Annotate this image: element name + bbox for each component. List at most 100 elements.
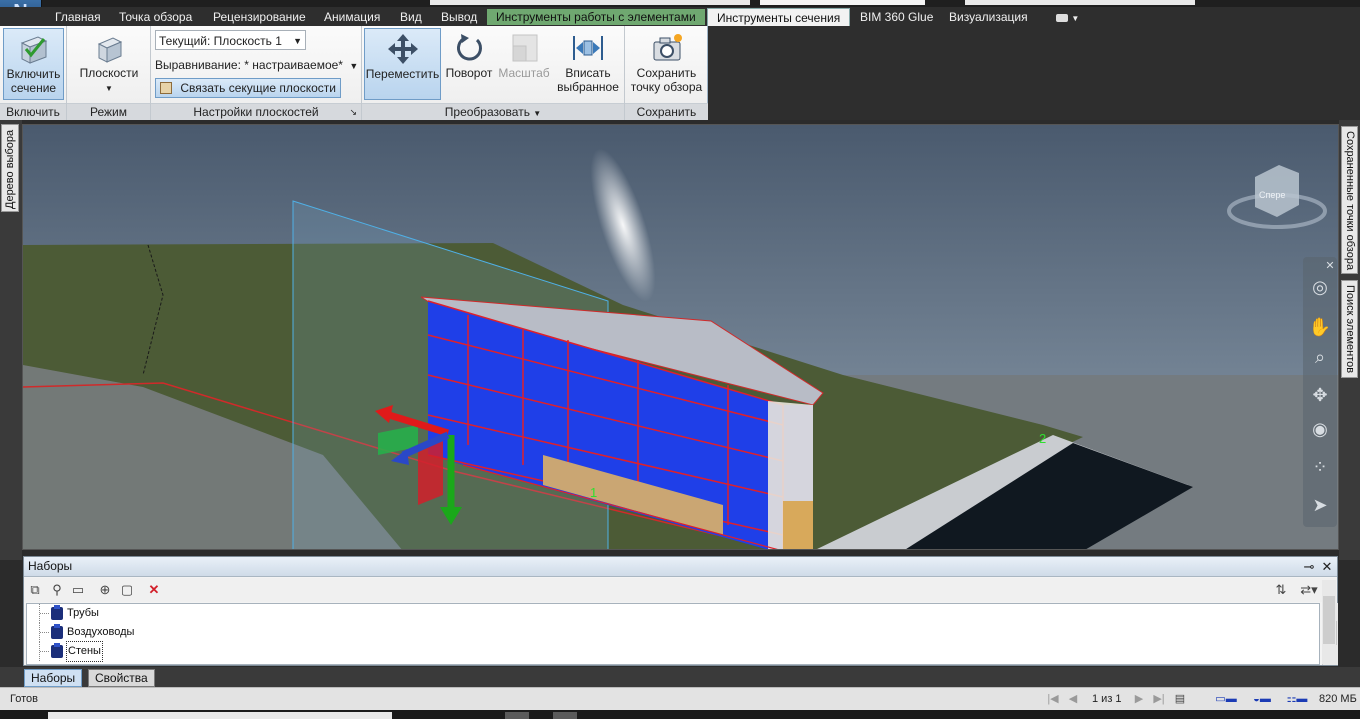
add-comment-icon[interactable]: ▢ (118, 581, 136, 599)
save-viewpoint-button[interactable]: Сохранить точку обзора (628, 28, 705, 100)
link-section-planes-button[interactable]: Связать секущие плоскости (155, 78, 341, 98)
tab-bim360-glue[interactable]: BIM 360 Glue (851, 8, 942, 26)
dialog-launcher-icon[interactable]: ↘ (349, 104, 357, 120)
saved-viewpoints-tab[interactable]: Сохраненные точки обзора (1341, 126, 1358, 274)
tab-sets[interactable]: Наборы (24, 669, 83, 687)
group-mode: Плоскости ▼ Режим (67, 26, 151, 120)
tab-sectioning-tools[interactable]: Инструменты сечения (707, 8, 851, 26)
enable-sectioning-button[interactable]: Включить сечение (3, 28, 64, 100)
tab-rendering[interactable]: Визуализация (940, 8, 1037, 26)
plane-marker-2: 2 (1039, 431, 1046, 446)
set-name: Воздуховоды (67, 626, 135, 638)
group-title-transform[interactable]: Преобразовать ▼ (362, 103, 624, 120)
link-planes-icon (160, 82, 172, 94)
look-around-icon[interactable]: ◉ (1308, 417, 1332, 441)
sort-icon[interactable]: ⇅ (1272, 581, 1290, 599)
tab-review[interactable]: Рецензирование (204, 8, 315, 26)
zoom-window-icon[interactable]: ⌕ (1308, 345, 1332, 369)
duplicate-icon[interactable]: ⊕ (96, 581, 114, 599)
find-items-tab-label: Поиск элементов (1344, 285, 1356, 374)
taskbar (0, 710, 1360, 719)
selection-tree-tab[interactable]: Дерево выбора (1, 124, 19, 212)
walk-footsteps-icon[interactable]: ⁘ (1308, 455, 1332, 479)
alignment-dropdown[interactable]: Выравнивание: * настраиваемое* ▼ (155, 55, 358, 75)
ribbon-tab-bar: Главная Точка обзора Рецензирование Аним… (0, 7, 1360, 26)
scale-label: Масштаб (498, 66, 550, 80)
rotate-icon (457, 34, 482, 61)
chevron-down-icon: ▼ (533, 109, 542, 118)
3d-viewport[interactable]: 1 2 Спере ✕ ◎ ✋ ⌕ ✥ ◉ ⁘ ➤ (22, 124, 1339, 550)
taskbar-search[interactable] (48, 712, 392, 719)
save-viewpoint-label: Сохранить точку обзора (630, 66, 703, 94)
pan-hand-icon[interactable]: ✋ (1308, 315, 1332, 339)
title-text-block (430, 0, 750, 5)
panel-scrollbar[interactable] (1322, 580, 1336, 664)
group-save: Сохранить точку обзора Сохранить (625, 26, 708, 120)
selection-tree-tab-label: Дерево выбора (4, 129, 16, 209)
tab-properties[interactable]: Свойства (88, 669, 155, 687)
tab-item-tools[interactable]: Инструменты работы с элементами (487, 9, 705, 25)
first-page-icon[interactable]: |◀ (1046, 692, 1060, 706)
tab-animation[interactable]: Анимация (315, 8, 389, 26)
search-box[interactable] (760, 0, 925, 5)
tab-viewpoint[interactable]: Точка обзора (110, 8, 201, 26)
navigation-bar: ✕ ◎ ✋ ⌕ ✥ ◉ ⁘ ➤ (1303, 257, 1337, 527)
last-page-icon[interactable]: ▶| (1152, 692, 1166, 706)
close-icon[interactable]: ✕ (1325, 259, 1335, 273)
sets-panel-header: Наборы ⊸ ✕ (24, 557, 1337, 577)
planes-mode-button[interactable]: Плоскости ▼ (73, 28, 145, 100)
bottom-tab-bar: Наборы Свойства (0, 667, 1360, 687)
save-selection-icon[interactable]: ⧉ (26, 581, 44, 599)
next-page-icon[interactable]: ▶ (1132, 692, 1146, 706)
viewcube-face-label: Спере (1259, 190, 1285, 200)
tab-view[interactable]: Вид (391, 8, 431, 26)
sets-panel: Наборы ⊸ ✕ ⧉ ⚲ ▭ ⊕ ▢ ✕ ⇅ ⇄▾ Трубы Воздух… (23, 556, 1338, 666)
scene-canvas[interactable]: 1 2 Спере (23, 125, 1339, 550)
scroll-thumb[interactable] (1323, 596, 1335, 644)
info-center-bar[interactable] (965, 0, 1195, 5)
fit-selection-button[interactable]: Вписать выбранное (554, 28, 622, 100)
scale-button[interactable]: Масштаб (497, 28, 551, 100)
sets-toolbar: ⧉ ⚲ ▭ ⊕ ▢ ✕ ⇅ ⇄▾ (24, 578, 1337, 602)
select-cursor-icon[interactable]: ➤ (1308, 493, 1332, 517)
group-title-enable: Включить (0, 103, 66, 120)
right-dock: Сохраненные точки обзора Поиск элементов (1339, 120, 1360, 560)
tab-output[interactable]: Вывод (432, 8, 486, 26)
tree-line (39, 604, 49, 623)
set-name: Трубы (67, 607, 99, 619)
taskbar-app[interactable] (505, 712, 529, 719)
save-search-icon[interactable]: ⚲ (48, 581, 66, 599)
status-text: Готов (10, 693, 38, 705)
previous-page-icon[interactable]: ◀ (1066, 692, 1080, 706)
taskbar-app[interactable] (553, 712, 577, 719)
sheet-browser-icon[interactable]: ▤ (1172, 692, 1188, 706)
rotate-button[interactable]: Поворот (443, 28, 495, 100)
camera-icon (653, 34, 682, 61)
scale-icon (512, 34, 538, 62)
set-name: Стены (66, 641, 103, 662)
steering-wheel-icon[interactable]: ◎ (1308, 275, 1332, 299)
pin-icon[interactable]: ⊸ (1301, 557, 1317, 576)
close-icon[interactable]: ✕ (1319, 557, 1335, 576)
chevron-down-icon: ▼ (293, 36, 302, 46)
ribbon-display-toggle[interactable]: ▼ (1052, 8, 1083, 26)
planes-mode-label: Плоскости (79, 66, 139, 80)
tab-home[interactable]: Главная (46, 8, 110, 26)
title-bar (0, 0, 1360, 7)
orbit-icon[interactable]: ✥ (1308, 383, 1332, 407)
import-export-icon[interactable]: ⇄▾ (1296, 581, 1322, 599)
move-label: Переместить (365, 67, 440, 81)
new-folder-icon[interactable]: ▭ (69, 581, 87, 599)
group-enable: Включить сечение Включить (0, 26, 67, 120)
left-dock: Дерево выбора (0, 120, 22, 560)
find-items-tab[interactable]: Поиск элементов (1341, 280, 1358, 378)
saved-viewpoints-tab-label: Сохраненные точки обзора (1344, 131, 1356, 271)
page-indicator: 1 из 1 (1092, 693, 1122, 705)
rotate-label: Поворот (445, 66, 493, 80)
pencil-progress-icon: ▭▬ (1215, 693, 1237, 705)
delete-icon[interactable]: ✕ (145, 581, 163, 599)
alignment-value: Выравнивание: * настраиваемое* (155, 58, 343, 72)
current-plane-dropdown[interactable]: Текущий: Плоскость 1 ▼ (155, 30, 306, 50)
move-button[interactable]: Переместить (364, 28, 441, 100)
facade-base (783, 501, 813, 549)
